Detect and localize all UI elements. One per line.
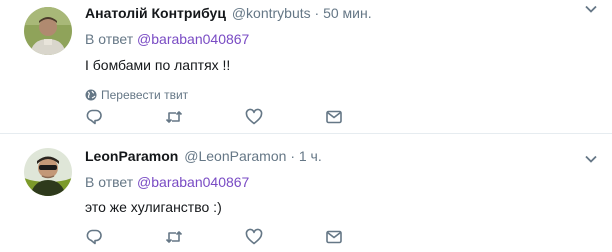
username[interactable]: @kontrybuts [232, 5, 311, 21]
retweet-button[interactable] [165, 227, 245, 247]
timestamp[interactable]: 50 мин. [323, 5, 372, 21]
tweet[interactable]: Анатолій Контрибуц @kontrybuts · 50 мин.… [0, 0, 612, 133]
envelope-icon [326, 110, 342, 124]
reply-mention[interactable]: @baraban040867 [137, 31, 249, 47]
globe-icon [85, 89, 97, 101]
username[interactable]: @LeonParamon [184, 148, 286, 164]
retweet-icon [165, 231, 183, 243]
separator-dot: · [314, 5, 320, 21]
timestamp[interactable]: 1 ч. [299, 148, 322, 164]
translate-link[interactable]: Перевести твит [85, 87, 600, 103]
fullname[interactable]: LeonParamon [85, 148, 178, 164]
reply-prefix: В ответ [85, 174, 134, 190]
dm-button[interactable] [325, 227, 405, 247]
tweet[interactable]: LeonParamon @LeonParamon · 1 ч. В ответ … [0, 134, 612, 252]
reply-to: В ответ @baraban040867 [85, 173, 600, 191]
reply-button[interactable] [85, 107, 165, 127]
reply-icon [86, 229, 102, 245]
fullname[interactable]: Анатолій Контрибуц [85, 5, 226, 21]
separator-dot: · [290, 148, 295, 164]
tweet-text: это же хулиганство :) [85, 199, 222, 215]
translate-label: Перевести твит [101, 88, 189, 102]
like-button[interactable] [245, 227, 325, 247]
envelope-icon [326, 230, 342, 244]
reply-button[interactable] [85, 227, 165, 247]
tweet-text: І бомбами по лаптях !! [85, 57, 231, 73]
reply-icon [86, 109, 102, 125]
tweet-header: Анатолій Контрибуц @kontrybuts · 50 мин. [85, 4, 600, 22]
tweet-actions [85, 227, 405, 247]
heart-icon [245, 108, 263, 125]
retweet-button[interactable] [165, 107, 245, 127]
chevron-down-icon[interactable] [584, 152, 598, 166]
chevron-down-icon[interactable] [584, 2, 598, 16]
like-button[interactable] [245, 107, 325, 127]
tweet-header: LeonParamon @LeonParamon · 1 ч. [85, 147, 600, 165]
reply-to: В ответ @baraban040867 [85, 30, 600, 48]
avatar[interactable] [24, 7, 72, 55]
heart-icon [245, 228, 263, 245]
avatar[interactable] [24, 148, 72, 196]
dm-button[interactable] [325, 107, 405, 127]
reply-mention[interactable]: @baraban040867 [137, 174, 249, 190]
tweet-actions [85, 107, 405, 127]
retweet-icon [165, 111, 183, 123]
reply-prefix: В ответ [85, 31, 134, 47]
